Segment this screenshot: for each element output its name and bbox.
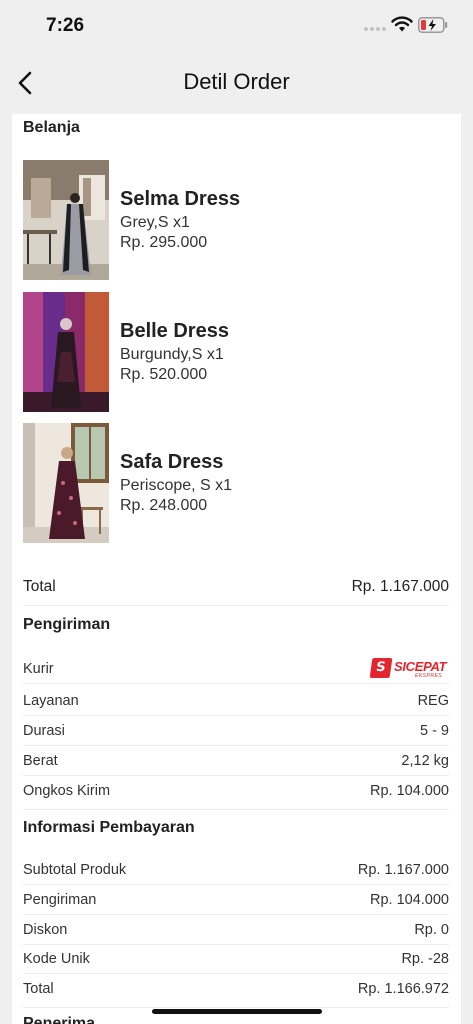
product-item[interactable]: Safa Dress Periscope, S x1 Rp. 248.000 [23, 423, 453, 543]
layanan-row: Layanan REG [23, 686, 449, 716]
battery-low-charging-icon [418, 17, 448, 33]
product-image [23, 423, 109, 543]
pembayaran-section-title: Informasi Pembayaran [23, 819, 195, 836]
pembayaran-total-row: Total Rp. 1.166.972 [23, 974, 449, 1008]
durasi-value: 5 - 9 [419, 723, 449, 739]
subtotal-produk-row: Subtotal Produk Rp. 1.167.000 [23, 855, 449, 885]
order-detail-card: Belanja Selma Dress Grey,S x1 Rp. 295.00 [12, 114, 461, 1024]
wifi-icon [391, 16, 413, 32]
pembayaran-total-value: Rp. 1.166.972 [357, 981, 449, 997]
diskon-row: Diskon Rp. 0 [23, 915, 449, 945]
berat-row: Berat 2,12 kg [23, 746, 449, 776]
ongkos-kirim-value: Rp. 104.000 [369, 783, 449, 799]
pengiriman-cost-row: Pengiriman Rp. 104.000 [23, 885, 449, 915]
kode-unik-value: Rp. -28 [401, 951, 449, 967]
belanja-total-row: Total Rp. 1.167.000 [23, 570, 449, 606]
pengiriman-cost-label: Pengiriman [23, 892, 97, 908]
penerima-section-title: Penerima [23, 1015, 96, 1024]
product-name: Safa Dress [120, 451, 224, 473]
diskon-value: Rp. 0 [414, 922, 449, 938]
product-name: Belle Dress [120, 320, 229, 342]
pembayaran-total-label: Total [23, 981, 54, 997]
product-name: Selma Dress [120, 188, 241, 210]
product-variant: Burgundy,S x1 [120, 346, 224, 363]
durasi-label: Durasi [23, 723, 65, 739]
product-item[interactable]: Selma Dress Grey,S x1 Rp. 295.000 [23, 160, 453, 280]
layanan-value: REG [417, 693, 449, 709]
product-image [23, 160, 109, 280]
kurir-label: Kurir [23, 661, 54, 677]
product-item[interactable]: Belle Dress Burgundy,S x1 Rp. 520.000 [23, 292, 453, 412]
ongkos-kirim-row: Ongkos Kirim Rp. 104.000 [23, 776, 449, 810]
berat-label: Berat [23, 753, 58, 769]
page-title: Detil Order [183, 69, 290, 94]
pengiriman-section-title: Pengiriman [23, 616, 111, 633]
product-image [23, 292, 109, 412]
status-bar: 7:26 [0, 0, 473, 52]
belanja-section-title: Belanja [23, 119, 80, 136]
navigation-bar: Detil Order [0, 52, 473, 114]
cellular-signal-icon [364, 27, 386, 33]
product-variant: Periscope, S x1 [120, 477, 233, 494]
diskon-label: Diskon [23, 922, 68, 938]
status-time: 7:26 [46, 15, 85, 36]
product-price: Rp. 248.000 [120, 497, 208, 514]
subtotal-produk-label: Subtotal Produk [23, 862, 127, 878]
ongkos-kirim-label: Ongkos Kirim [23, 783, 111, 799]
subtotal-produk-value: Rp. 1.167.000 [357, 862, 449, 878]
sicepat-logo: S SICEPAT EKSPRES [369, 658, 449, 680]
total-label: Total [23, 578, 56, 595]
home-indicator[interactable] [152, 1009, 322, 1014]
kode-unik-row: Kode Unik Rp. -28 [23, 944, 449, 974]
product-price: Rp. 520.000 [120, 366, 208, 383]
durasi-row: Durasi 5 - 9 [23, 716, 449, 746]
kurir-row: Kurir S SICEPAT EKSPRES [23, 654, 449, 684]
total-value: Rp. 1.167.000 [351, 578, 449, 595]
product-variant: Grey,S x1 [120, 214, 190, 231]
kode-unik-label: Kode Unik [23, 951, 90, 967]
product-price: Rp. 295.000 [120, 234, 208, 251]
berat-value: 2,12 kg [401, 753, 449, 769]
layanan-label: Layanan [23, 693, 79, 709]
pengiriman-cost-value: Rp. 104.000 [369, 892, 449, 908]
